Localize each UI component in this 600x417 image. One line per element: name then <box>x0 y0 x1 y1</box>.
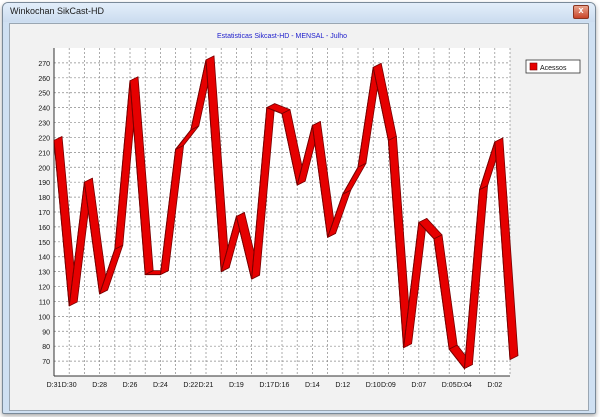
x-tick-label: D:30 <box>62 382 77 389</box>
x-tick-label: D:05 <box>442 382 457 389</box>
x-tick-label: D:09 <box>381 382 396 389</box>
y-tick-label: 200 <box>38 165 50 172</box>
y-tick-label: 210 <box>38 150 50 157</box>
y-tick-label: 110 <box>39 299 50 306</box>
y-tick-label: 130 <box>38 270 50 277</box>
x-tick-label: D:07 <box>411 382 426 389</box>
x-tick-label: D:17 <box>259 382 274 389</box>
x-tick-label: D:21 <box>199 382 214 389</box>
y-tick-label: 260 <box>38 76 50 83</box>
x-tick-label: D:04 <box>457 382 472 389</box>
window-title: Winkochan SikCast-HD <box>10 6 105 16</box>
close-icon: x <box>578 5 584 15</box>
legend-label: Acessos <box>540 65 567 72</box>
x-tick-label: D:16 <box>275 382 290 389</box>
x-tick-label: D:24 <box>153 382 168 389</box>
y-tick-label: 100 <box>38 314 50 321</box>
legend-swatch <box>529 62 538 71</box>
x-tick-label: D:26 <box>123 382 138 389</box>
x-tick-label: D:10 <box>366 382 381 389</box>
chart-title: Estatisticas Sikcast-HD - MENSAL - Julho <box>217 33 347 40</box>
x-tick-label: D:14 <box>305 382 320 389</box>
x-tick-label: D:31 <box>47 382 62 389</box>
close-button[interactable]: x <box>573 5 589 19</box>
y-tick-label: 120 <box>38 285 50 292</box>
y-tick-label: 250 <box>38 91 50 98</box>
x-tick-label: D:19 <box>229 382 244 389</box>
y-tick-label: 270 <box>38 61 50 68</box>
y-tick-label: 230 <box>38 121 50 128</box>
y-tick-label: 240 <box>38 106 50 113</box>
chart-panel: 70 80 90 100 110 120 130 140 150 160 170 180 190 200 2… <box>9 23 589 411</box>
y-tick-label: 140 <box>38 255 50 262</box>
y-tick-label: 220 <box>38 135 50 142</box>
y-tick-label: 90 <box>42 329 50 336</box>
app-window: Winkochan SikCast-HD x 70 80 90 100 110 120 13… <box>2 2 596 414</box>
y-tick-label: 80 <box>42 344 50 351</box>
line-chart: 70 80 90 100 110 120 130 140 150 160 170 180 190 200 2… <box>38 33 581 389</box>
y-tick-label: 170 <box>38 210 50 217</box>
y-tick-label: 160 <box>38 225 50 232</box>
x-tick-label: D:02 <box>487 382 502 389</box>
y-tick-label: 190 <box>38 180 50 187</box>
y-tick-label: 150 <box>38 240 50 247</box>
y-tick-label: 70 <box>42 359 50 366</box>
title-bar[interactable]: Winkochan SikCast-HD x <box>3 3 595 22</box>
x-tick-label: D:12 <box>335 382 350 389</box>
x-tick-label: D:22 <box>183 382 198 389</box>
x-tick-label: D:28 <box>92 382 107 389</box>
y-tick-label: 180 <box>38 195 50 202</box>
